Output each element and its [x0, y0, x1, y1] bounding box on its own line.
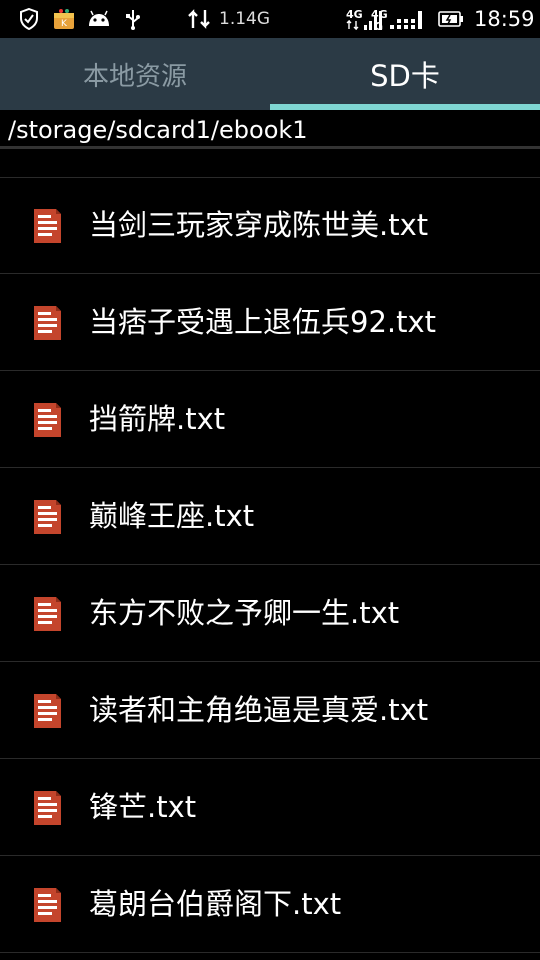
text-file-icon [32, 789, 63, 827]
shield-icon [18, 8, 40, 30]
status-bar: K 1.14G 4G 4G G 18:59 [0, 0, 540, 38]
sim1-label: 4G [346, 8, 363, 21]
file-name: 当痞子受遇上退伍兵92.txt [89, 305, 437, 339]
file-list-item[interactable]: 当剑三玩家穿成陈世美.txt [0, 177, 540, 274]
file-name: 巅峰王座.txt [89, 499, 255, 533]
file-name: 东方不败之予卿一生.txt [89, 596, 400, 630]
sim2-sub: G [374, 20, 384, 33]
text-file-icon [32, 886, 63, 924]
path-bar: /storage/sdcard1/ebook1 [0, 110, 540, 150]
file-list-item[interactable]: 锋芒.txt [0, 759, 540, 856]
file-list-item[interactable]: 东方不败之予卿一生.txt [0, 565, 540, 662]
clock-time: 18:59 [474, 7, 535, 31]
notification-app-icon: K [52, 8, 76, 30]
file-list-item[interactable]: 葛朗台伯爵阁下.txt [0, 856, 540, 953]
file-name: 葛朗台伯爵阁下.txt [89, 887, 342, 921]
sim2-label: 4G [371, 8, 388, 21]
text-file-icon [32, 498, 63, 536]
file-name: 锋芒.txt [89, 790, 197, 824]
network-speed: 1.14G [219, 9, 271, 29]
tab-sd-card[interactable]: SD卡 [270, 38, 540, 110]
data-transfer-icon [186, 8, 212, 30]
text-file-icon [32, 401, 63, 439]
file-list-item[interactable]: 读者和主角绝逼是真爱.txt [0, 662, 540, 759]
tab-local-resources[interactable]: 本地资源 [0, 38, 270, 110]
battery-charging-icon [438, 8, 464, 30]
file-name: 当剑三玩家穿成陈世美.txt [89, 208, 429, 242]
text-file-icon [32, 207, 63, 245]
text-file-icon [32, 304, 63, 342]
file-list-item[interactable]: 挡箭牌.txt [0, 371, 540, 468]
file-list-item[interactable]: 巅峰王座.txt [0, 468, 540, 565]
file-list: 当剑三玩家穿成陈世美.txt 当痞子受遇上退伍兵92.txt 挡箭牌.txt 巅… [0, 177, 540, 953]
file-name: 挡箭牌.txt [89, 402, 226, 436]
current-path: /storage/sdcard1/ebook1 [8, 116, 308, 144]
text-file-icon [32, 595, 63, 633]
file-name: 读者和主角绝逼是真爱.txt [89, 693, 429, 727]
tab-bar: 本地资源 SD卡 [0, 38, 540, 110]
sim1-arrows-icon [346, 20, 360, 30]
path-divider [0, 146, 540, 149]
android-icon [86, 8, 112, 30]
signal-2-icon [390, 10, 424, 30]
usb-icon [124, 8, 142, 30]
text-file-icon [32, 692, 63, 730]
file-list-item[interactable]: 当痞子受遇上退伍兵92.txt [0, 274, 540, 371]
